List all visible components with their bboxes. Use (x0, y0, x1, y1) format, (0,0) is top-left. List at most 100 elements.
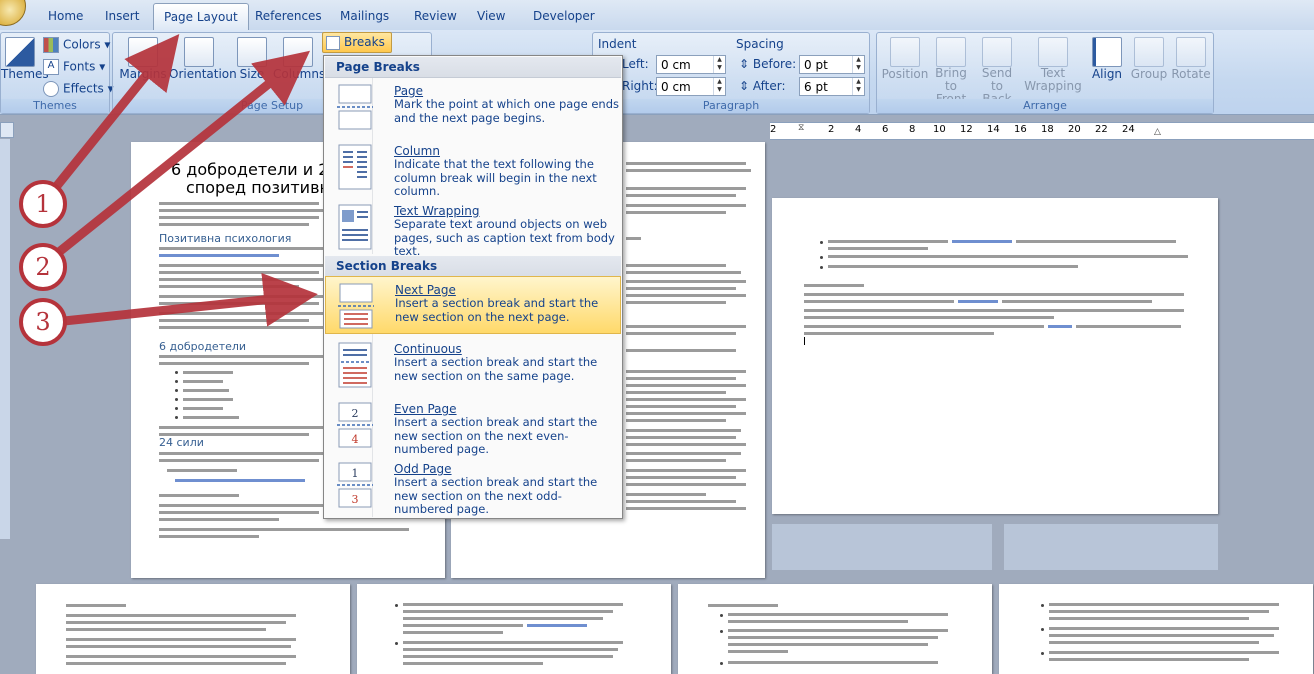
indent-left-field[interactable]: 0 cm ▲ ▼ (656, 55, 726, 74)
office-button[interactable] (0, 0, 26, 26)
callout-3: 3 (19, 298, 67, 346)
position-button[interactable]: Position (881, 37, 929, 81)
svg-text:1: 1 (352, 467, 359, 480)
even-page-break-icon: 2 4 (337, 402, 373, 448)
rotate-button[interactable]: Rotate (1171, 37, 1211, 81)
spacing-before-field[interactable]: 0 pt ▲ ▼ (799, 55, 865, 74)
spacing-title: Spacing (736, 37, 784, 51)
breaks-button[interactable]: Breaks ▾ (322, 32, 392, 68)
bring-to-front-button[interactable]: Bring to Front (929, 37, 973, 106)
group-button[interactable]: Group (1129, 37, 1169, 81)
vertical-ruler (0, 139, 10, 539)
tab-review[interactable]: Review (404, 6, 467, 28)
tab-home[interactable]: Home (38, 6, 93, 28)
themes-group: Themes Colors ▾ A Fonts ▾ Effects ▾ Theme… (0, 32, 114, 114)
break-next-page-title: Next Page (395, 283, 456, 297)
text-wrapping-label: Text Wrapping (1024, 66, 1082, 93)
spacing-after-text: After: (752, 79, 786, 93)
ruler-number: 2 (828, 124, 835, 135)
size-icon (237, 37, 267, 67)
send-to-back-button[interactable]: Send to Back (975, 37, 1019, 106)
break-column-title: Column (394, 144, 440, 158)
size-label: Size (239, 67, 265, 81)
odd-page-break-icon: 1 3 (337, 462, 373, 508)
ruler-number: 20 (1068, 124, 1081, 135)
callout-2: 2 (19, 243, 67, 291)
effects-label: Effects (63, 81, 104, 96)
text-wrapping-button[interactable]: Text Wrapping (1023, 37, 1083, 93)
tab-insert[interactable]: Insert (95, 6, 149, 28)
break-text-wrapping-item[interactable]: Text Wrapping Separate text around objec… (325, 198, 621, 258)
break-odd-page-title-text: Odd Page (394, 462, 452, 476)
right-indent-marker[interactable]: △ (1154, 127, 1161, 137)
break-text-wrapping-desc: Separate text around objects on web page… (394, 217, 615, 258)
themes-icon (5, 37, 35, 67)
spacing-before-value: 0 pt (804, 58, 828, 72)
orientation-button[interactable]: Orientation (169, 37, 237, 81)
margins-button[interactable]: Margins (119, 37, 167, 81)
document-page-4[interactable] (36, 584, 350, 674)
margins-icon (128, 37, 158, 67)
themes-button[interactable]: Themes (1, 37, 49, 81)
break-next-page-item[interactable]: Next Page Insert a section break and sta… (325, 276, 621, 334)
break-page-item[interactable]: Page Mark the point at which one page en… (325, 78, 621, 136)
tab-view[interactable]: View (467, 6, 515, 28)
spacing-before-icon: ⇕ (739, 57, 753, 71)
tab-developer[interactable]: Developer (523, 6, 605, 28)
break-next-page-title-text: Next Page (395, 283, 456, 297)
spacing-after-field[interactable]: 6 pt ▲ ▼ (799, 77, 865, 96)
first-line-indent-marker[interactable]: ⧖ (798, 123, 806, 137)
tab-page-layout[interactable]: Page Layout (153, 3, 249, 31)
spacing-before-text: Before: (752, 57, 797, 71)
break-continuous-desc: Insert a section break and start the new… (394, 355, 598, 383)
horizontal-ruler[interactable]: 2 2 4 6 8 10 12 14 16 18 20 22 24 ⧖ △ (770, 122, 1314, 140)
ruler-number: 14 (987, 124, 1000, 135)
break-page-title-text: Page (394, 84, 424, 98)
size-button[interactable]: Size (237, 37, 267, 81)
next-page-break-icon (338, 283, 374, 329)
document-page-7[interactable] (999, 584, 1313, 674)
position-label: Position (881, 67, 929, 81)
break-column-item[interactable]: Column Indicate that the text following … (325, 138, 621, 198)
callout-1: 1 (19, 180, 67, 228)
spacing-after-icon: ⇕ (739, 79, 753, 93)
indent-left-spinner[interactable]: ▲ ▼ (713, 56, 725, 73)
columns-icon (283, 37, 313, 67)
ribbon-tab-bar: Home Insert Page Layout References Maili… (0, 0, 1314, 31)
ruler-number: 16 (1014, 124, 1027, 135)
spacing-before-spinner[interactable]: ▲ ▼ (852, 56, 864, 73)
ruler-number: 6 (882, 124, 889, 135)
breaks-dropdown-menu: Page Breaks Page Mark the point at which… (323, 55, 623, 519)
colors-button[interactable]: Colors ▾ (43, 37, 110, 53)
indent-right-spinner[interactable]: ▲ ▼ (713, 78, 725, 95)
ruler-toggle[interactable] (0, 122, 14, 138)
document-page-5[interactable] (357, 584, 671, 674)
section-heading: 6 добродетели (159, 340, 247, 353)
document-page-6[interactable] (678, 584, 992, 674)
continuous-break-icon (338, 342, 372, 388)
group-label: Group (1130, 67, 1168, 81)
text-wrapping-icon (1038, 37, 1068, 67)
fonts-label: Fonts (63, 59, 96, 74)
tab-mailings[interactable]: Mailings (330, 6, 399, 28)
colors-icon (43, 37, 59, 53)
fonts-button[interactable]: A Fonts ▾ (43, 59, 105, 75)
align-button[interactable]: Align (1087, 37, 1127, 81)
rotate-icon (1176, 37, 1206, 67)
break-even-page-item[interactable]: 2 4 Even Page Insert a section break and… (325, 396, 621, 456)
effects-button[interactable]: Effects ▾ (43, 81, 114, 97)
break-continuous-item[interactable]: Continuous Insert a section break and st… (325, 336, 621, 394)
indent-right-field[interactable]: 0 cm ▲ ▼ (656, 77, 726, 96)
spacing-after-value: 6 pt (804, 80, 828, 94)
send-to-back-icon (982, 37, 1012, 67)
break-even-page-title-text: Even Page (394, 402, 457, 416)
columns-button[interactable]: Columns (273, 37, 325, 81)
document-page-3[interactable] (772, 198, 1218, 514)
break-odd-page-item[interactable]: 1 3 Odd Page Insert a section break and … (325, 456, 621, 516)
break-even-page-desc: Insert a section break and start the new… (394, 415, 598, 456)
spacing-before-label: ⇕ Before: (739, 57, 796, 71)
themes-label: Themes (1, 67, 49, 81)
tab-references[interactable]: References (245, 6, 332, 28)
spacing-after-spinner[interactable]: ▲ ▼ (852, 78, 864, 95)
break-text-wrapping-title-text: Text Wrapping (394, 204, 480, 218)
